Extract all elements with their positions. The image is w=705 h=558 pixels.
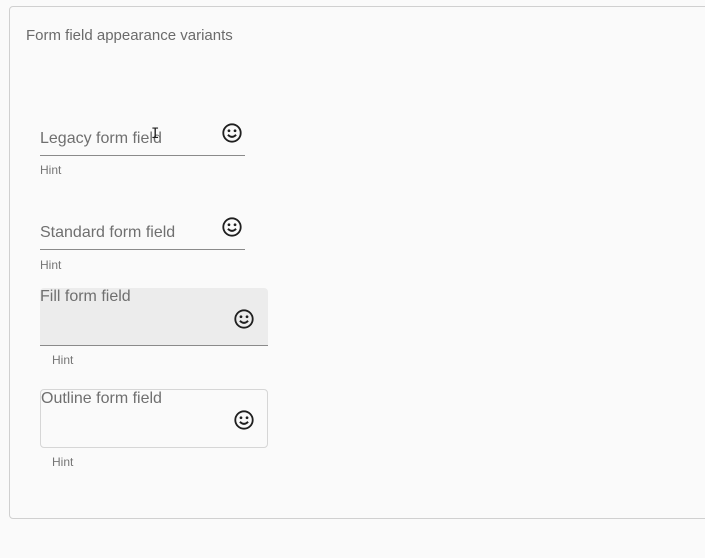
fill-field-label: Fill form field	[40, 288, 131, 305]
sentiment-satisfied-icon[interactable]	[221, 216, 243, 238]
legacy-underline	[40, 155, 245, 156]
sentiment-satisfied-icon[interactable]	[221, 122, 243, 144]
sentiment-satisfied-icon[interactable]	[233, 409, 255, 431]
legacy-hint: Hint	[40, 163, 62, 177]
card-title: Form field appearance variants	[26, 27, 233, 44]
standard-hint: Hint	[40, 258, 62, 272]
outline-field-label: Outline form field	[41, 390, 162, 407]
appearance-card: Form field appearance variants Legacy fo…	[9, 6, 705, 519]
legacy-field-label: Legacy form field	[40, 130, 162, 147]
legacy-form-field[interactable]: Legacy form field I Hint	[40, 117, 245, 187]
fill-hint: Hint	[52, 353, 74, 367]
outline-form-field[interactable]: Outline form field	[40, 389, 268, 448]
fill-form-field[interactable]: Fill form field	[40, 288, 268, 346]
standard-underline	[40, 249, 245, 250]
standard-field-label: Standard form field	[40, 224, 176, 241]
standard-form-field[interactable]: Standard form field Hint	[40, 212, 245, 282]
outline-hint: Hint	[52, 455, 74, 469]
sentiment-satisfied-icon[interactable]	[233, 308, 255, 330]
text-cursor-icon: I	[151, 126, 160, 142]
